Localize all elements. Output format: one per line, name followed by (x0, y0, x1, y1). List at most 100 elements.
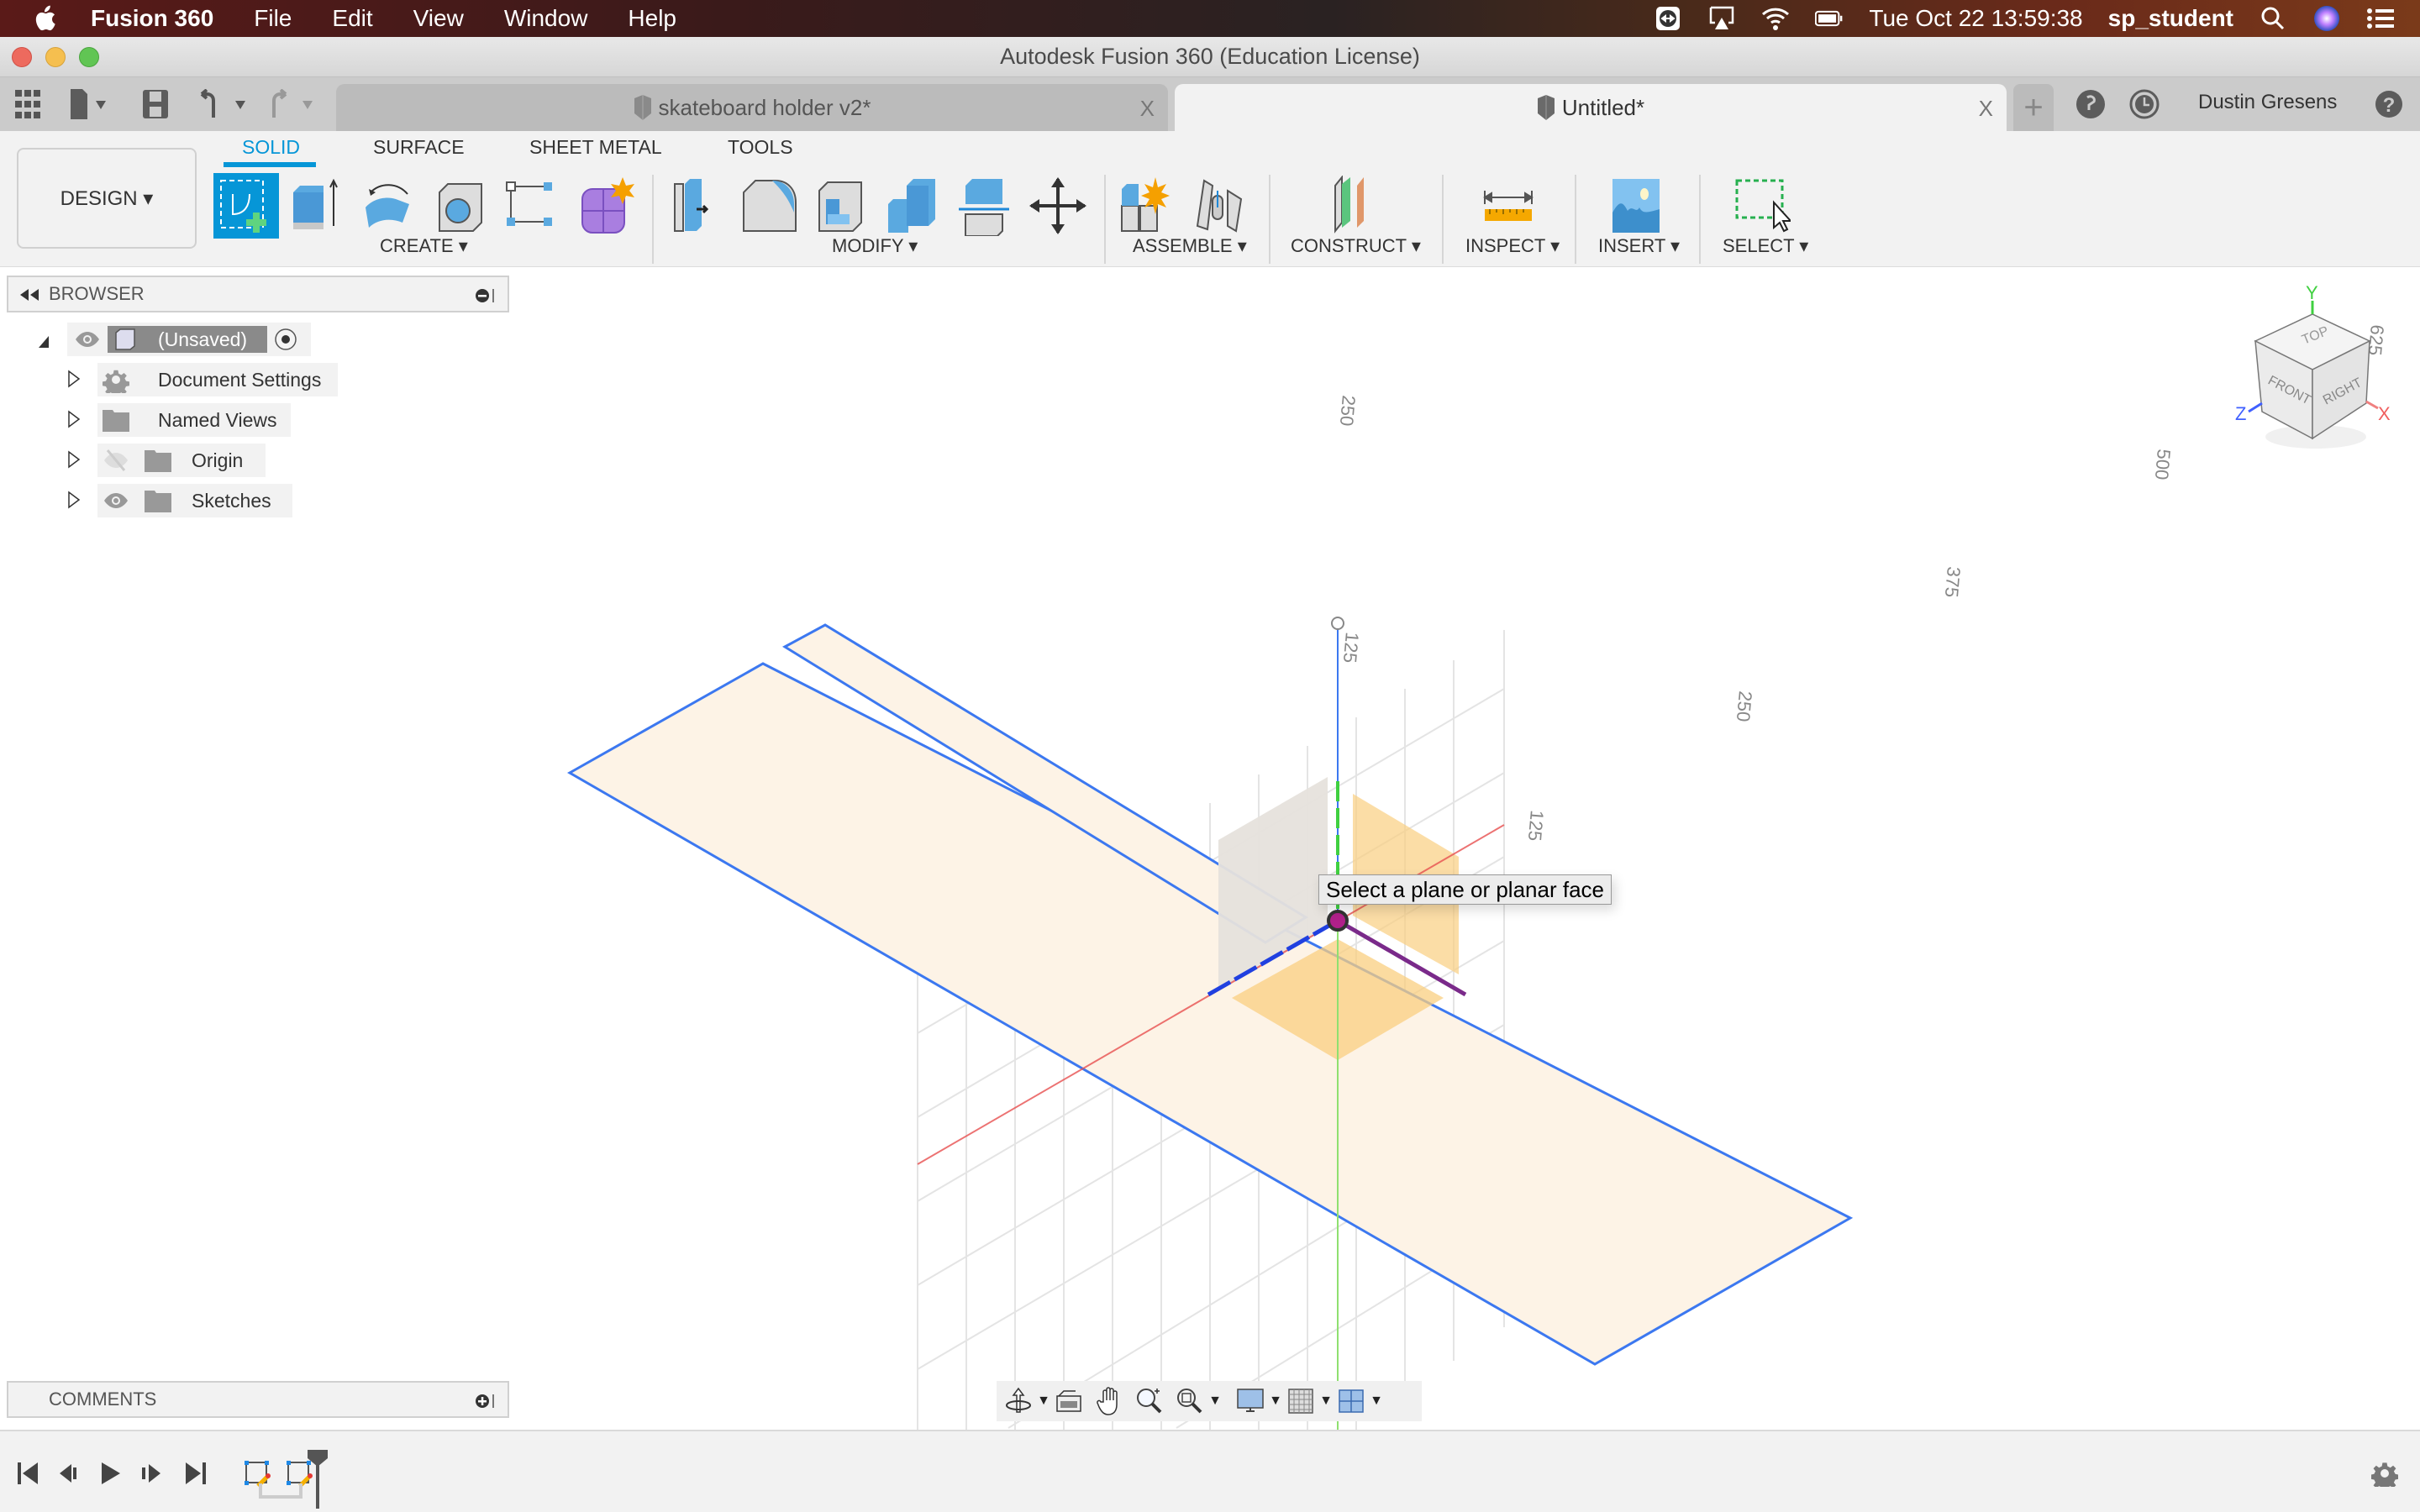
browser-panel-header[interactable]: BROWSER (7, 276, 509, 312)
select-button[interactable] (1728, 173, 1793, 239)
tab-tools[interactable]: TOOLS (728, 136, 793, 159)
notification-center-icon[interactable] (2366, 6, 2395, 31)
menu-file[interactable]: File (254, 5, 292, 32)
redo-icon[interactable] (267, 89, 318, 119)
extensions-icon[interactable] (2075, 89, 2106, 119)
pattern-button[interactable] (499, 173, 565, 239)
menu-help[interactable]: Help (628, 5, 676, 32)
joint-button[interactable] (1186, 173, 1252, 239)
inspect-menu[interactable]: INSPECT ▾ (1465, 235, 1560, 257)
look-at-icon[interactable] (1052, 1384, 1086, 1418)
browser-item-sketches[interactable]: Sketches (97, 484, 292, 517)
grid-settings-dropdown[interactable]: ▼ (1318, 1384, 1334, 1418)
browser-item-named-views[interactable]: Named Views (97, 403, 291, 437)
collapse-panel-icon[interactable] (20, 289, 39, 301)
expand-named-views-icon[interactable] (67, 410, 81, 428)
viewports-icon[interactable] (1334, 1384, 1368, 1418)
move-copy-button[interactable] (1025, 173, 1091, 239)
hole-button[interactable] (429, 173, 494, 239)
comments-panel-header[interactable]: COMMENTS (7, 1381, 509, 1418)
create-sketch-button[interactable] (213, 173, 279, 239)
create-menu[interactable]: CREATE ▾ (380, 235, 468, 257)
orbit-dropdown[interactable]: ▼ (1035, 1384, 1052, 1418)
new-tab-button[interactable]: + (2013, 84, 2054, 131)
insert-menu[interactable]: INSERT ▾ (1598, 235, 1680, 257)
assemble-menu[interactable]: ASSEMBLE ▾ (1133, 235, 1247, 257)
visibility-hidden-icon[interactable] (103, 449, 129, 472)
offset-plane-button[interactable] (1324, 173, 1390, 239)
select-menu[interactable]: SELECT ▾ (1723, 235, 1808, 257)
viewports-dropdown[interactable]: ▼ (1368, 1384, 1385, 1418)
origin-point[interactable] (1327, 910, 1349, 932)
expand-sketches-icon[interactable] (67, 491, 81, 509)
timeline-settings-gear-icon[interactable] (2370, 1458, 2400, 1488)
active-component-radio-icon[interactable] (274, 328, 297, 351)
pan-hand-icon[interactable] (1092, 1384, 1126, 1418)
wifi-icon[interactable] (1761, 6, 1790, 31)
help-icon[interactable]: ? (2375, 89, 2403, 119)
browser-minimize-icon[interactable] (476, 286, 496, 306)
file-menu-icon[interactable] (69, 89, 111, 119)
menu-edit[interactable]: Edit (332, 5, 372, 32)
go-to-end-icon[interactable] (180, 1458, 210, 1488)
timeline-marker[interactable] (308, 1450, 328, 1509)
user-account-menu[interactable]: Dustin Gresens (2198, 91, 2337, 114)
insert-canvas-button[interactable] (1603, 173, 1669, 239)
battery-icon[interactable] (1815, 6, 1844, 31)
browser-item-document-settings[interactable]: Document Settings (97, 363, 338, 396)
tab-surface[interactable]: SURFACE (373, 136, 465, 159)
close-tab-icon[interactable]: X (1140, 96, 1155, 122)
display-settings-icon[interactable] (1234, 1384, 1267, 1418)
siri-icon[interactable] (2312, 6, 2341, 31)
3d-viewport[interactable]: 250 500 375 125 250 125 625 TOP FRONT RI… (0, 267, 2420, 1430)
construct-menu[interactable]: CONSTRUCT ▾ (1291, 235, 1421, 257)
menu-view[interactable]: View (413, 5, 464, 32)
visibility-eye-icon[interactable] (74, 331, 101, 348)
tab-untitled[interactable]: Untitled* X (1175, 84, 2007, 131)
job-status-icon[interactable] (2129, 89, 2160, 119)
expand-document-settings-icon[interactable] (67, 370, 81, 388)
display-settings-dropdown[interactable]: ▼ (1267, 1384, 1284, 1418)
undo-icon[interactable] (198, 89, 249, 119)
step-back-icon[interactable] (54, 1458, 84, 1488)
new-component-button[interactable] (1114, 173, 1180, 239)
split-body-button[interactable] (953, 173, 1018, 239)
fillet-button[interactable] (736, 173, 802, 239)
add-comment-icon[interactable] (476, 1391, 496, 1411)
orbit-icon[interactable] (1002, 1384, 1035, 1418)
collapse-root-icon[interactable] (37, 333, 50, 351)
shell-button[interactable] (808, 173, 874, 239)
tab-sheet-metal[interactable]: SHEET METAL (529, 136, 662, 159)
data-panel-grid-icon[interactable] (15, 89, 40, 119)
menu-window[interactable]: Window (504, 5, 588, 32)
zoom-dropdown[interactable]: ▼ (1207, 1384, 1223, 1418)
play-icon[interactable] (96, 1458, 126, 1488)
visibility-eye-icon[interactable] (103, 491, 129, 511)
press-pull-button[interactable] (664, 173, 729, 239)
workspace-switcher[interactable]: DESIGN ▾ (17, 148, 197, 249)
airplay-icon[interactable] (1707, 6, 1736, 31)
clock[interactable]: Tue Oct 22 13:59:38 (1869, 5, 2082, 32)
close-tab-icon[interactable]: X (1979, 96, 1993, 122)
create-form-button[interactable] (573, 173, 639, 239)
user-menu[interactable]: sp_student (2108, 5, 2233, 32)
spotlight-icon[interactable] (2259, 6, 2287, 31)
fit-zoom-icon[interactable] (1173, 1384, 1207, 1418)
go-to-start-icon[interactable] (13, 1458, 44, 1488)
teamviewer-icon[interactable] (1654, 6, 1682, 31)
browser-root-unsaved[interactable]: (Unsaved) (67, 323, 311, 356)
zoom-icon[interactable] (1133, 1384, 1166, 1418)
save-icon[interactable] (143, 89, 168, 119)
grid-settings-icon[interactable] (1284, 1384, 1318, 1418)
tab-skateboard-holder[interactable]: skateboard holder v2* X (336, 84, 1168, 131)
modify-menu[interactable]: MODIFY ▾ (832, 235, 918, 257)
app-menu[interactable]: Fusion 360 (91, 5, 213, 32)
measure-button[interactable] (1476, 173, 1541, 239)
tab-solid[interactable]: SOLID (242, 136, 300, 159)
apple-menu-icon[interactable] (32, 4, 57, 33)
combine-button[interactable] (881, 173, 946, 239)
expand-origin-icon[interactable] (67, 450, 81, 469)
step-forward-icon[interactable] (136, 1458, 166, 1488)
extrude-button[interactable] (284, 173, 350, 239)
revolve-button[interactable] (356, 173, 422, 239)
